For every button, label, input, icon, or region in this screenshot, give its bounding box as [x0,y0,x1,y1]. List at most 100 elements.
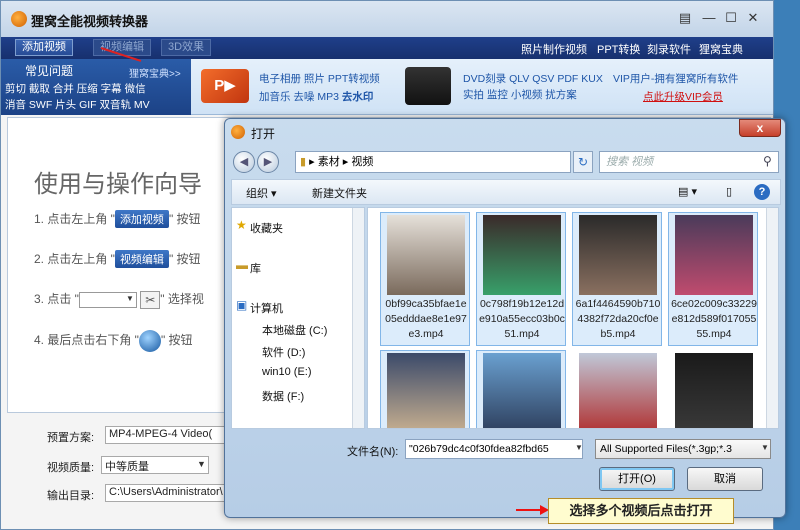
nav-drive-e[interactable]: win10 (E:) [262,366,312,378]
video-thumbnail [483,353,561,428]
file-type-filter[interactable]: All Supported Files(*.3gp;*.3 [595,439,771,459]
nav-pane: ★ 收藏夹 ▬ 库 ▣ 计算机 本地磁盘 (C:) 软件 (D:) win10 … [231,207,365,429]
file-item[interactable]: 0c798f19b12e12de910a55ecc03b0c51.mp4 [476,212,566,346]
sidebar-scrollbar[interactable] [352,208,364,428]
dialog-app-icon [231,125,245,139]
quality-label: 视频质量: [47,462,95,474]
address-bar[interactable]: ▮ ▸ 素材 ▸ 视频 [295,151,571,173]
output-path-field[interactable]: C:\Users\Administrator\ [105,484,229,502]
star-icon: ★ [236,218,247,232]
title-bar: 狸窝全能视频转换器 ▤ — ☐ ✕ [1,1,773,37]
nav-link-burn[interactable]: 刻录软件 [647,41,691,57]
skin-icon[interactable]: ▤ [677,11,693,25]
vip-upgrade-link[interactable]: 点此升级VIP会员 [643,89,723,104]
vip-text[interactable]: VIP用户-拥有狸窝所有软件 [613,71,738,86]
nav-link-guide[interactable]: 狸窝宝典 [699,41,743,57]
video-thumbnail [387,215,465,295]
organize-button[interactable]: 组织 ▾ [246,185,277,201]
cancel-button[interactable]: 取消 [687,467,763,491]
step-text: 1. 点击左上角 " [34,212,115,226]
file-item[interactable] [572,350,662,428]
file-item[interactable] [380,350,470,428]
nav-library[interactable]: 库 [250,260,261,276]
faq-line[interactable]: 消音 SWF 片头 GIF 双音轨 MV [5,97,150,112]
nav-link-photo-video[interactable]: 照片制作视频 [521,41,587,57]
forward-icon[interactable]: ▶ [257,151,279,173]
nav-drive-d[interactable]: 软件 (D:) [262,344,305,360]
file-item[interactable] [668,350,758,428]
nav-computer[interactable]: 计算机 [250,300,283,316]
guide-step-4: 4. 最后点击右下角 " " 按钮 [34,330,193,352]
step-text: 2. 点击左上角 " [34,252,115,266]
faq-box: 常见问题 狸窝宝典>> 剪切 截取 合并 压缩 字幕 微信 消音 SWF 片头 … [1,59,191,115]
video-thumbnail [483,215,561,295]
preview-pane-icon[interactable]: ▯ [726,185,732,198]
add-video-button[interactable]: 添加视频 [15,39,73,56]
open-file-dialog: 打开 x ◀ ▶ ▮ ▸ 素材 ▸ 视频 ↻ 搜索 视频 ⚲ 组织 ▾ 新建文件… [224,118,786,518]
filename-input[interactable]: "026b79dc4c0f30fdea82fbd65 [405,439,583,459]
promo-line[interactable]: 加音乐 去噪 MP3 去水印 [259,87,373,105]
file-item[interactable]: 0bf99ca35bfae1e05edddae8e1e97e3.mp4 [380,212,470,346]
nav-link-ppt[interactable]: PPT转换 [597,41,640,57]
help-icon[interactable]: ? [754,184,770,200]
file-name: 6a1f4464590b7104382f72da20cf0eb5.mp4 [575,298,661,340]
format-combo[interactable] [78,291,137,308]
nav-bar: 添加视频 视频编辑 3D效果 照片制作视频 PPT转换 刻录软件 狸窝宝典 [1,37,773,59]
chevron-down-icon[interactable]: ▼ [761,443,769,452]
step-text: 4. 最后点击右下角 " [34,333,139,348]
convert-icon[interactable] [138,330,161,352]
refresh-icon[interactable]: ↻ [573,151,593,173]
preset-label: 预置方案: [47,432,95,444]
guide-step-2: 2. 点击左上角 " 视频编辑 " 按钮 [34,250,201,268]
tool-icon[interactable]: ✂ [140,290,161,309]
close-button[interactable]: ✕ [745,11,761,25]
faq-more-link[interactable]: 狸窝宝典>> [129,65,181,80]
dialog-close-button[interactable]: x [739,119,781,137]
promo-line[interactable]: DVD刻录 QLV QSV PDF KUX [463,71,603,86]
hint-callout: 选择多个视频后点击打开 [548,498,734,524]
breadcrumb-item[interactable]: 视频 [351,156,373,168]
preset-select[interactable]: MP4-MPEG-4 Video( [105,426,229,444]
nav-favorites[interactable]: 收藏夹 [250,220,283,236]
step-text: " 按钮 [168,252,201,266]
open-button[interactable]: 打开(O) [599,467,675,491]
file-item[interactable]: 6a1f4464590b7104382f72da20cf0eb5.mp4 [572,212,662,346]
file-list-scrollbar[interactable] [766,208,778,428]
breadcrumb-item[interactable]: 素材 [318,156,340,168]
quality-select[interactable]: 中等质量 [101,456,209,474]
phone-dvd-icon [405,67,451,105]
folder-icon: ▮ [300,156,307,168]
maximize-button[interactable]: ☐ [723,11,739,25]
guide-title: 使用与操作向导 [34,171,202,198]
video-thumbnail [675,353,753,428]
file-item[interactable] [476,350,566,428]
minimize-button[interactable]: — [701,11,717,25]
file-name: 0c798f19b12e12de910a55ecc03b0c51.mp4 [479,298,565,340]
faq-title[interactable]: 常见问题 [25,62,73,79]
step-video-edit-button[interactable]: 视频编辑 [114,250,169,268]
chevron-down-icon[interactable]: ▼ [575,443,583,452]
new-folder-button[interactable]: 新建文件夹 [312,185,367,201]
search-icon[interactable]: ⚲ [763,154,772,168]
promo-line[interactable]: 电子相册 照片 PPT转视频 [259,71,380,86]
search-input[interactable]: 搜索 视频 [599,151,779,173]
nav-drive-c[interactable]: 本地磁盘 (C:) [262,322,327,338]
step-text: 3. 点击 " [34,292,79,306]
chevron-down-icon[interactable]: ▼ [197,459,206,469]
guide-step-3: 3. 点击 " ✂" 选择视 [34,290,204,309]
step-text: " 按钮 [160,333,193,348]
video-thumbnail [387,353,465,428]
video-thumbnail [675,215,753,295]
file-item[interactable]: 6ce02c009c33229e812d589f01705555.mp4 [668,212,758,346]
back-icon[interactable]: ◀ [233,151,255,173]
faq-line[interactable]: 剪切 截取 合并 压缩 字幕 微信 [5,81,146,96]
nav-drive-f[interactable]: 数据 (F:) [262,388,304,404]
dialog-toolbar: 组织 ▾ 新建文件夹 ▤ ▾ ▯ ? [231,179,781,205]
promo-line[interactable]: 实拍 监控 小视频 扰方案 [463,87,577,102]
view-icon[interactable]: ▤ ▾ [678,185,697,198]
step-add-video-button[interactable]: 添加视频 [114,210,169,228]
step-text: " 选择视 [160,292,204,306]
computer-icon: ▣ [236,298,248,312]
3d-effect-button[interactable]: 3D效果 [161,39,212,56]
step-text: " 按钮 [168,212,201,226]
